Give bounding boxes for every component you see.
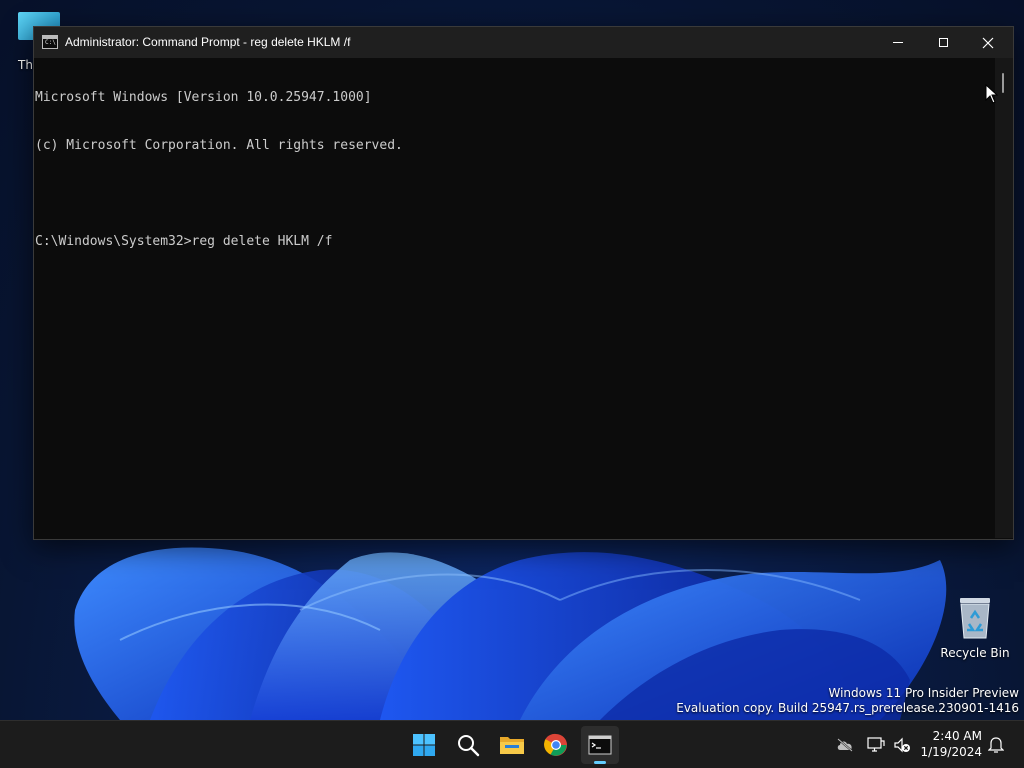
close-icon	[982, 37, 994, 48]
search-button[interactable]	[449, 726, 487, 764]
active-app-indicator	[594, 761, 606, 764]
recycle-bin-icon	[957, 596, 993, 640]
command-prompt-icon	[588, 735, 612, 755]
mouse-pointer-icon	[985, 84, 999, 104]
clock-time: 2:40 AM	[932, 729, 982, 743]
this-pc-label: Th	[18, 58, 33, 72]
clock-date: 1/19/2024	[920, 745, 982, 759]
console-output[interactable]: Microsoft Windows [Version 10.0.25947.10…	[34, 58, 996, 538]
command-prompt-taskbar-button[interactable]	[581, 726, 619, 764]
close-button[interactable]	[965, 27, 1011, 58]
start-button[interactable]	[405, 726, 443, 764]
window-title: Administrator: Command Prompt - reg dele…	[65, 35, 351, 49]
network-icon[interactable]	[866, 735, 886, 755]
title-bar[interactable]: C:\ Administrator: Command Prompt - reg …	[34, 27, 1013, 58]
scrollbar-thumb[interactable]	[1002, 73, 1004, 93]
search-icon	[458, 735, 480, 757]
windows-start-icon	[413, 734, 435, 756]
onedrive-offline-icon[interactable]	[835, 735, 855, 755]
system-clock[interactable]: 2:40 AM 1/19/2024	[918, 728, 982, 760]
evaluation-watermark: Windows 11 Pro Insider Preview Evaluatio…	[676, 686, 1019, 716]
vertical-scrollbar[interactable]	[995, 58, 1013, 538]
chrome-button[interactable]	[537, 726, 575, 764]
watermark-line-2: Evaluation copy. Build 25947.rs_prerelea…	[676, 701, 1019, 715]
maximize-icon	[938, 38, 948, 47]
recycle-bin-label: Recycle Bin	[940, 646, 1010, 660]
console-line: (c) Microsoft Corporation. All rights re…	[35, 138, 403, 153]
console-prompt-line: C:\Windows\System32>reg delete HKLM /f	[35, 234, 333, 249]
taskbar: 2:40 AM 1/19/2024	[0, 720, 1024, 768]
maximize-button[interactable]	[920, 27, 966, 58]
chrome-icon	[544, 733, 567, 756]
file-explorer-button[interactable]	[493, 726, 531, 764]
cmd-icon[interactable]: C:\	[42, 35, 58, 49]
notifications-bell-icon[interactable]	[986, 735, 1006, 755]
file-explorer-icon	[500, 737, 524, 754]
volume-muted-icon[interactable]	[892, 735, 912, 755]
watermark-line-1: Windows 11 Pro Insider Preview	[828, 686, 1019, 700]
command-prompt-window[interactable]: C:\ Administrator: Command Prompt - reg …	[33, 26, 1014, 540]
minimize-icon	[893, 42, 903, 43]
minimize-button[interactable]	[875, 27, 921, 58]
console-line: Microsoft Windows [Version 10.0.25947.10…	[35, 90, 372, 105]
recycle-bin-desktop-icon[interactable]: Recycle Bin	[940, 596, 1010, 660]
